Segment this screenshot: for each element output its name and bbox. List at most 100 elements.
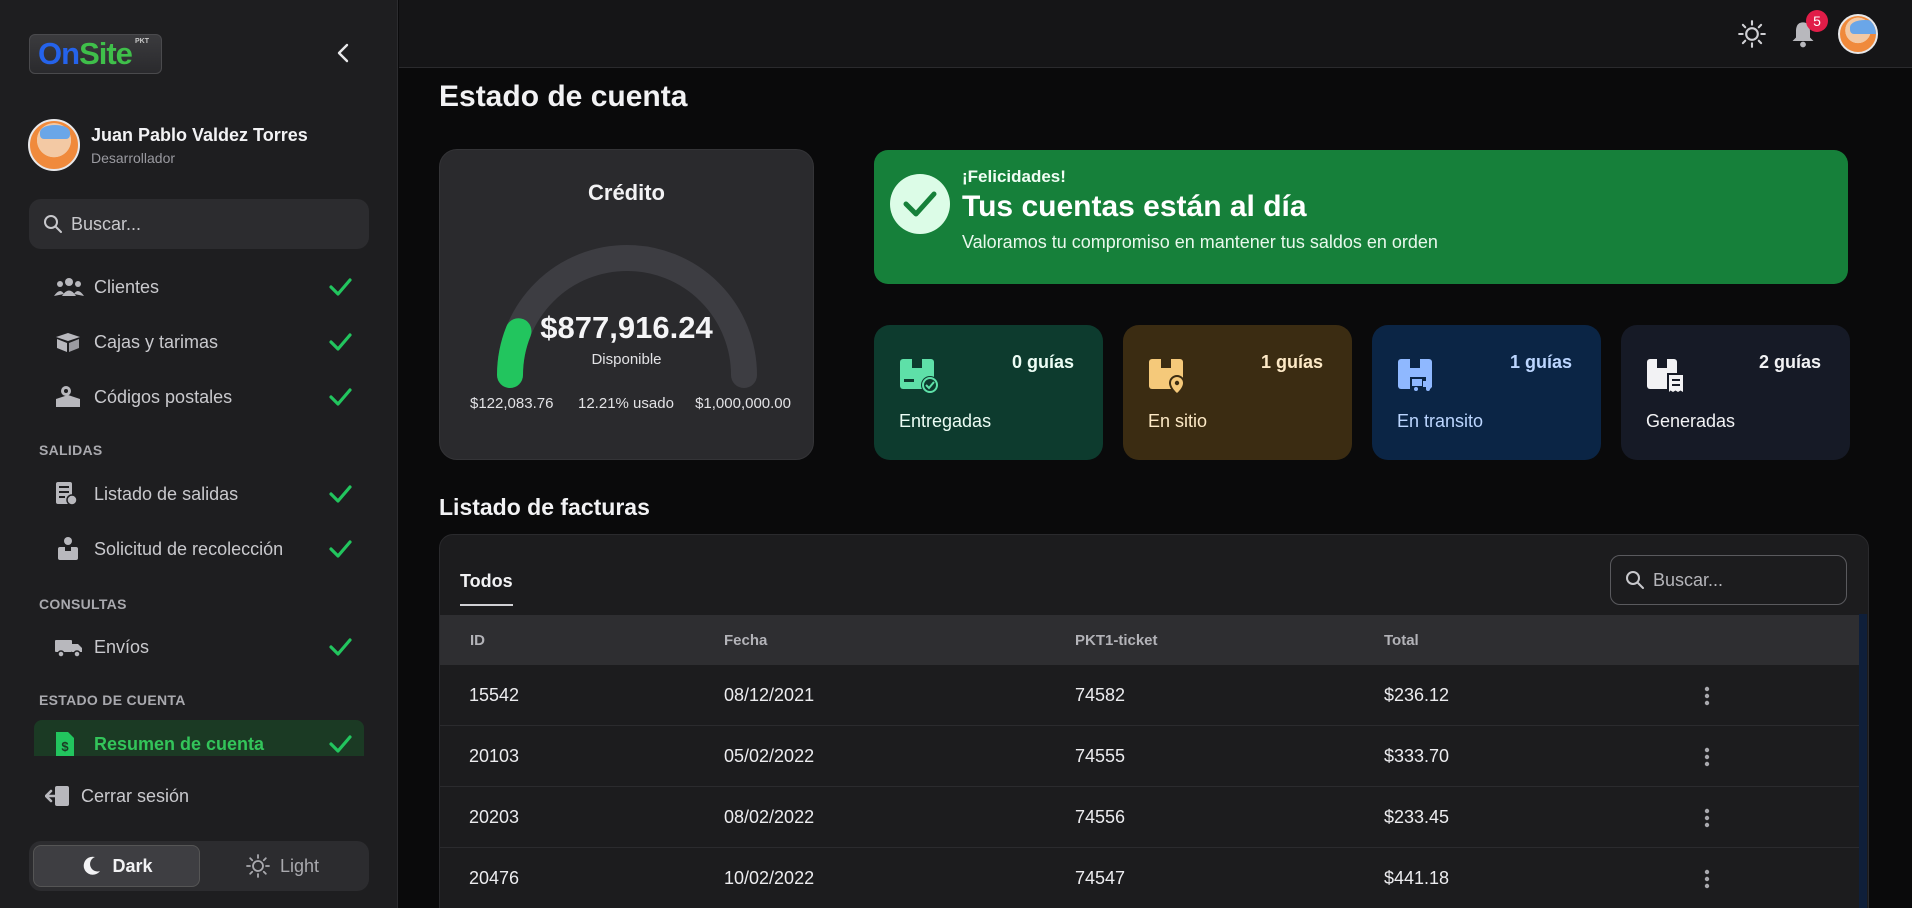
success-kicker: ¡Felicidades! <box>962 167 1066 186</box>
package-truck-icon <box>1398 359 1432 391</box>
package-location-icon <box>1149 359 1185 396</box>
cell-ticket: 74556 <box>1075 807 1126 827</box>
cell-total: $441.18 <box>1384 868 1450 888</box>
check-circle-icon <box>890 174 950 234</box>
theme-light-button[interactable]: Light <box>200 845 365 887</box>
cell-ticket: 74547 <box>1075 868 1126 888</box>
section-consultas: CONSULTAS <box>39 596 127 612</box>
sidebar-item-clientes[interactable]: Clientes <box>54 269 354 305</box>
cell-ticket: 74555 <box>1075 746 1126 766</box>
package-check-icon <box>900 359 939 394</box>
table-row[interactable]: 15542 08/12/2021 74582 $236.12 <box>440 665 1860 726</box>
column-header-total[interactable]: Total <box>1384 632 1419 649</box>
facturas-search-placeholder: Buscar... <box>1653 569 1724 590</box>
sidebar-item-label: Listado de salidas <box>94 483 239 504</box>
credit-used-pct: 12.21% usado <box>578 395 674 412</box>
table-row[interactable]: 20476 10/02/2022 74547 $441.18 <box>440 848 1860 908</box>
sidebar-item-resumen-cuenta[interactable]: $ Resumen de cuenta <box>54 726 354 762</box>
kebab-icon <box>1704 686 1710 706</box>
facturas-table-card: Todos Buscar... ID Fecha PKT1-ticket Tot… <box>439 534 1869 908</box>
cell-total: $333.70 <box>1384 746 1450 766</box>
box-icon <box>54 329 84 355</box>
table-row[interactable]: 20203 08/02/2022 74556 $233.45 <box>440 787 1860 848</box>
credit-title: Crédito <box>588 180 665 205</box>
sidebar-search-input[interactable]: Buscar... <box>29 199 369 249</box>
logout-label: Cerrar sesión <box>81 785 190 806</box>
sidebar-item-codigos-postales[interactable]: Códigos postales <box>54 379 354 415</box>
stat-en-transito[interactable]: 1 guías En transito <box>1372 325 1601 460</box>
sidebar-search-placeholder: Buscar... <box>71 213 142 234</box>
onsite-logo[interactable]: OnSite PKT <box>29 34 162 74</box>
cell-fecha: 08/02/2022 <box>724 807 815 827</box>
success-headline: Tus cuentas están al día <box>962 190 1307 223</box>
credit-available: $877,916.24 <box>540 310 713 345</box>
table-row[interactable]: 20103 05/02/2022 74555 $333.70 <box>440 726 1860 787</box>
success-banner: ¡Felicidades! Tus cuentas están al día V… <box>874 150 1848 284</box>
row-menu-button[interactable] <box>1695 866 1719 892</box>
stat-generadas[interactable]: 2 guías Generadas <box>1621 325 1850 460</box>
column-header-ticket[interactable]: PKT1-ticket <box>1075 632 1158 649</box>
logout-button[interactable]: Cerrar sesión <box>45 784 189 808</box>
theme-dark-button[interactable]: Dark <box>33 845 200 887</box>
cell-id: 20103 <box>469 746 520 766</box>
svg-text:$: $ <box>61 739 69 754</box>
search-icon <box>44 215 62 233</box>
search-icon <box>1626 571 1644 589</box>
moon-icon <box>84 856 101 875</box>
stat-entregadas[interactable]: 0 guías Entregadas <box>874 325 1103 460</box>
notification-badge: 5 <box>1806 10 1828 32</box>
stat-en-sitio[interactable]: 1 guías En sitio <box>1123 325 1352 460</box>
sun-icon <box>246 854 270 878</box>
sidebar: OnSite PKT Juan Pablo Valdez Torres Desa… <box>0 0 398 908</box>
section-estado-cuenta: ESTADO DE CUENTA <box>39 692 186 708</box>
sidebar-item-cajas[interactable]: Cajas y tarimas <box>54 324 354 360</box>
credit-card: Crédito $877,916.24 Disponible $122,083.… <box>439 149 814 460</box>
sidebar-item-label: Envíos <box>94 636 150 657</box>
tab-todos[interactable]: Todos <box>460 571 513 606</box>
sidebar-item-listado-salidas[interactable]: Listado de salidas <box>54 476 354 512</box>
column-header-id[interactable]: ID <box>470 632 485 649</box>
cell-id: 15542 <box>469 685 520 705</box>
check-icon <box>326 330 354 354</box>
stat-count: 2 guías <box>1758 352 1821 372</box>
facturas-search-input[interactable]: Buscar... <box>1610 555 1847 605</box>
topbar <box>399 0 1912 68</box>
stat-count: 1 guías <box>1260 352 1323 372</box>
logo-site: Site <box>79 36 133 71</box>
kebab-icon <box>1704 747 1710 767</box>
topbar-avatar[interactable] <box>1838 14 1878 54</box>
sun-icon <box>1738 20 1766 48</box>
sidebar-item-envios[interactable]: Envíos <box>54 629 354 665</box>
check-icon <box>326 732 354 756</box>
sidebar-item-solicitud-recoleccion[interactable]: Solicitud de recolección <box>54 531 354 567</box>
package-receipt-icon <box>1647 359 1685 395</box>
user-name: Juan Pablo Valdez Torres <box>91 124 308 145</box>
theme-dark-label: Dark <box>112 855 153 876</box>
chevron-left-icon <box>337 43 349 63</box>
list-document-icon <box>54 481 84 507</box>
user-profile[interactable]: Juan Pablo Valdez Torres Desarrollador <box>28 119 308 171</box>
page-title: Estado de cuenta <box>439 80 688 113</box>
theme-sun-button[interactable] <box>1736 18 1768 50</box>
sidebar-item-label: Códigos postales <box>94 386 233 407</box>
row-menu-button[interactable] <box>1695 805 1719 831</box>
cell-fecha: 10/02/2022 <box>724 868 815 888</box>
sidebar-item-label: Cajas y tarimas <box>94 331 219 352</box>
credit-available-label: Disponible <box>591 351 662 368</box>
collapse-sidebar-button[interactable] <box>330 40 356 66</box>
cell-fecha: 08/12/2021 <box>724 685 815 705</box>
stat-label: Generadas <box>1646 411 1736 431</box>
users-icon <box>54 274 84 300</box>
cell-ticket: 74582 <box>1075 685 1126 705</box>
row-menu-button[interactable] <box>1695 744 1719 770</box>
credit-limit: $1,000,000.00 <box>695 395 791 412</box>
row-menu-button[interactable] <box>1695 683 1719 709</box>
cell-fecha: 05/02/2022 <box>724 746 815 766</box>
column-header-fecha[interactable]: Fecha <box>724 632 767 649</box>
cell-total: $236.12 <box>1384 685 1450 705</box>
table-scrollbar[interactable] <box>1859 614 1867 908</box>
check-icon <box>326 482 354 506</box>
stat-count: 1 guías <box>1509 352 1572 372</box>
credit-used: $122,083.76 <box>470 395 554 412</box>
check-icon <box>326 635 354 659</box>
